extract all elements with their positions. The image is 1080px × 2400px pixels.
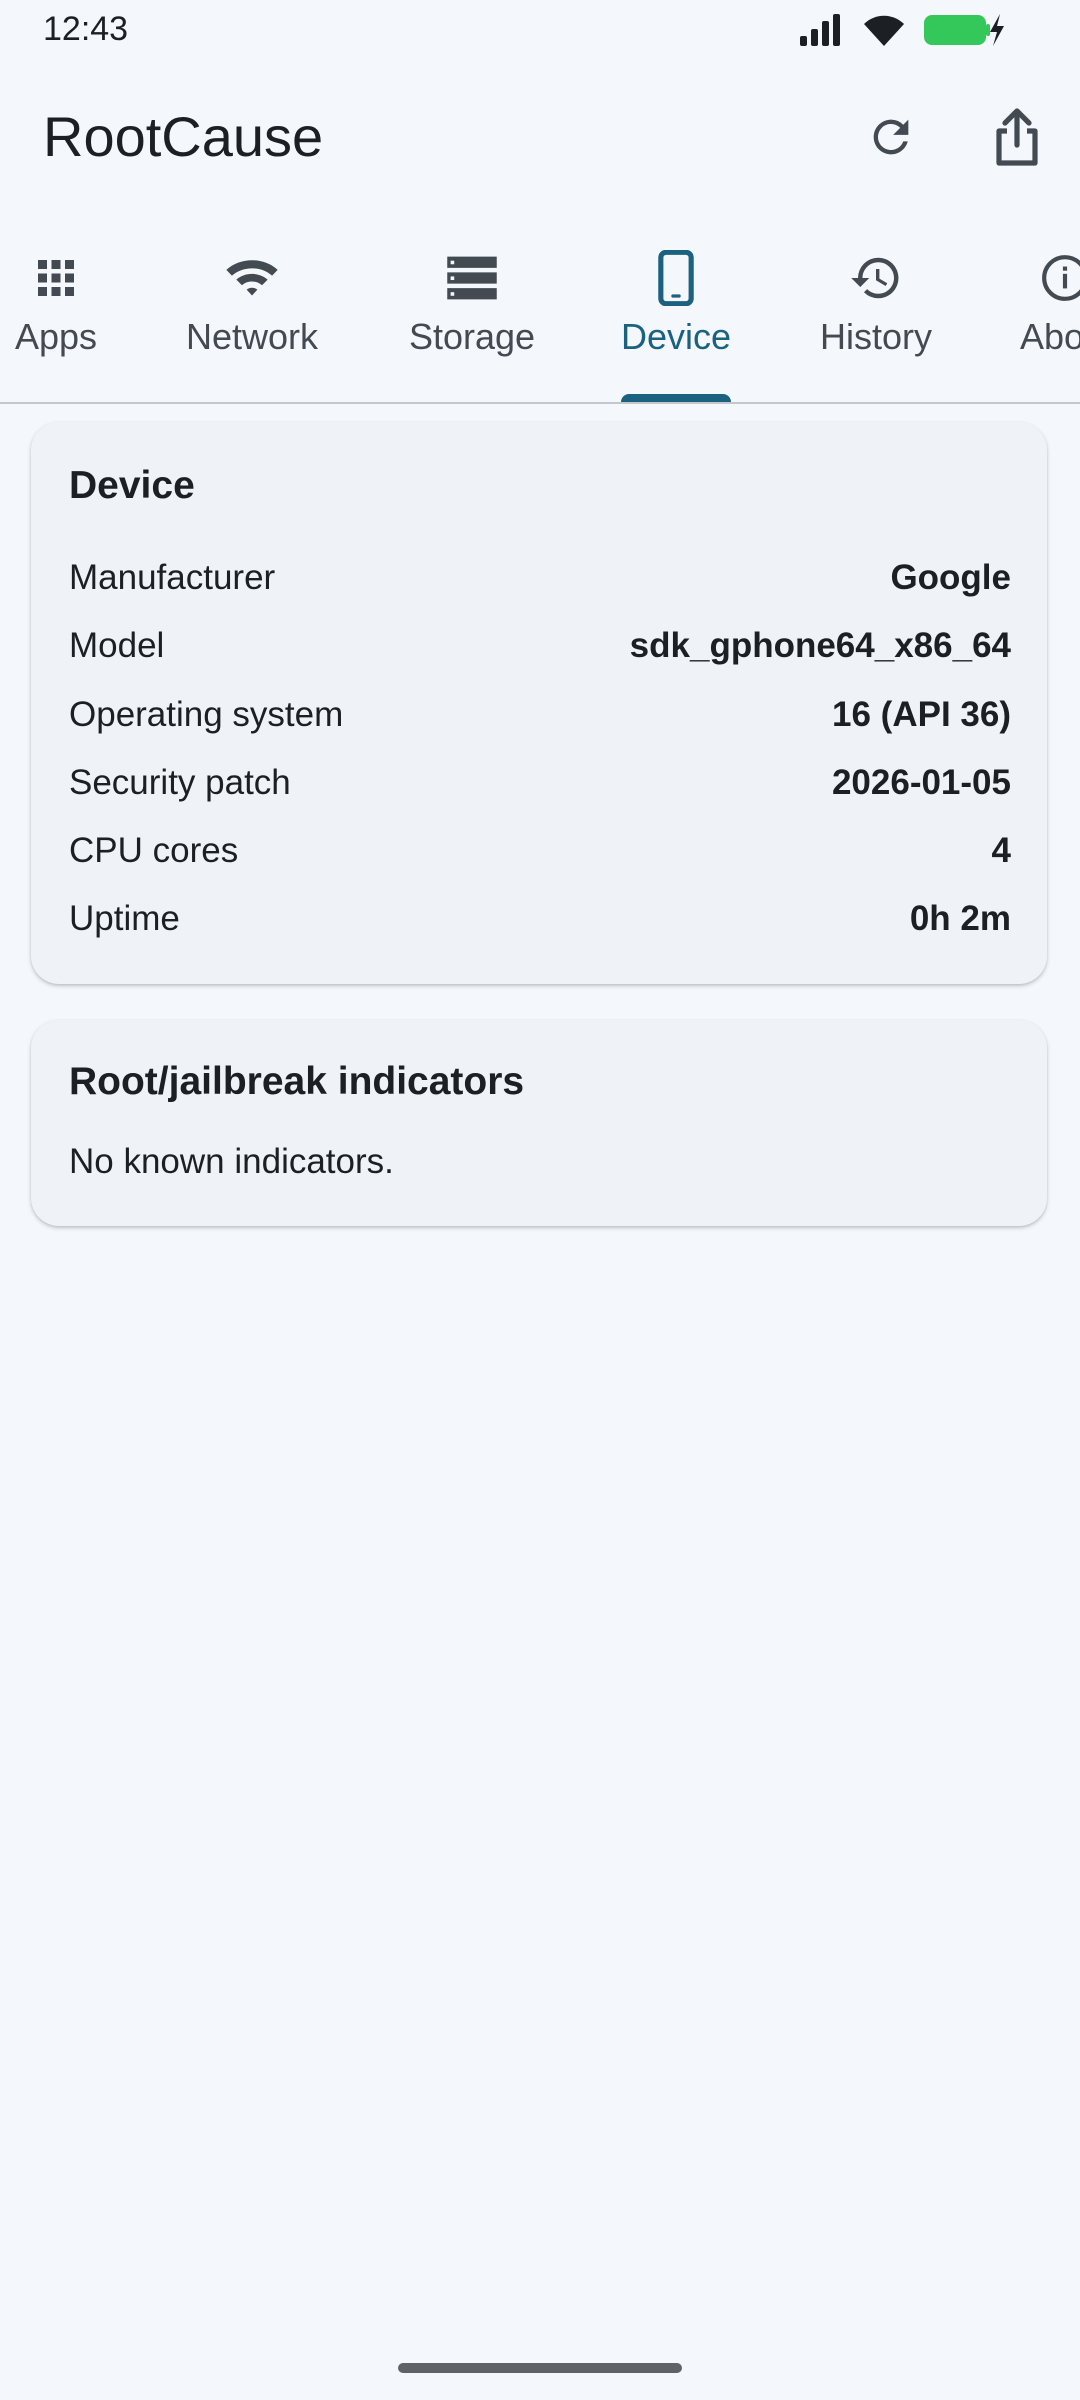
info-row-cpu-cores: CPU cores 4 (69, 823, 1011, 879)
info-row-model: Model sdk_gphone64_x86_64 (69, 618, 1011, 674)
tab-label: Network (185, 316, 319, 357)
tab-label: Storage (408, 316, 536, 357)
root-indicators-card: Root/jailbreak indicators No known indic… (31, 1020, 1047, 1226)
gesture-nav-bar[interactable] (398, 2363, 682, 2373)
tab-device[interactable]: Device (610, 230, 742, 402)
info-value: sdk_gphone64_x86_64 (629, 626, 1011, 665)
info-value: 4 (991, 831, 1011, 870)
tab-label: Apps (14, 316, 98, 357)
app-bar: RootCause (0, 60, 1080, 210)
info-label: Operating system (69, 695, 344, 734)
status-time: 12:43 (43, 10, 129, 48)
tab-label: Device (620, 316, 732, 357)
info-label: Security patch (69, 763, 291, 802)
apps-grid-icon (32, 246, 80, 310)
info-icon (1040, 246, 1080, 310)
tab-label: About (1020, 316, 1080, 357)
refresh-icon (865, 111, 917, 168)
info-value: 0h 2m (909, 899, 1011, 938)
root-card-title: Root/jailbreak indicators (69, 1060, 525, 1103)
storage-icon (445, 246, 499, 310)
app-title: RootCause (43, 105, 324, 168)
tab-storage[interactable]: Storage (392, 230, 552, 402)
tab-network[interactable]: Network (172, 230, 332, 402)
device-card-title: Device (69, 464, 195, 507)
share-button[interactable] (978, 100, 1056, 178)
share-icon (991, 107, 1043, 172)
info-label: Model (69, 626, 165, 665)
info-value: 2026-01-05 (831, 763, 1011, 802)
root-status-text: No known indicators. (69, 1142, 394, 1181)
status-bar: 12:43 (0, 0, 1080, 60)
tab-apps[interactable]: Apps (0, 230, 112, 402)
info-row-operating-system: Operating system 16 (API 36) (69, 687, 1011, 743)
history-icon (849, 246, 903, 310)
smartphone-icon (656, 246, 696, 310)
info-label: Manufacturer (69, 558, 276, 597)
wifi-icon (224, 246, 280, 310)
signal-icon (798, 12, 846, 53)
refresh-button[interactable] (852, 100, 930, 178)
info-value: 16 (API 36) (832, 695, 1011, 734)
info-row-security-patch: Security patch 2026-01-05 (69, 755, 1011, 811)
info-row-manufacturer: Manufacturer Google (69, 550, 1011, 606)
wifi-icon (860, 12, 908, 53)
tab-bar: Apps Network Storage Device History Ab (0, 230, 1080, 404)
tab-indicator (621, 394, 731, 402)
tab-label: History (819, 316, 932, 357)
info-label: Uptime (69, 899, 180, 938)
device-card: Device Manufacturer Google Model sdk_gph… (31, 422, 1047, 984)
info-value: Google (890, 558, 1011, 597)
battery-charging-icon (922, 12, 1006, 53)
tab-about[interactable]: About (1016, 230, 1080, 402)
info-row-uptime: Uptime 0h 2m (69, 891, 1011, 947)
info-label: CPU cores (69, 831, 239, 870)
status-icons (798, 12, 1006, 52)
tab-history[interactable]: History (806, 230, 946, 402)
